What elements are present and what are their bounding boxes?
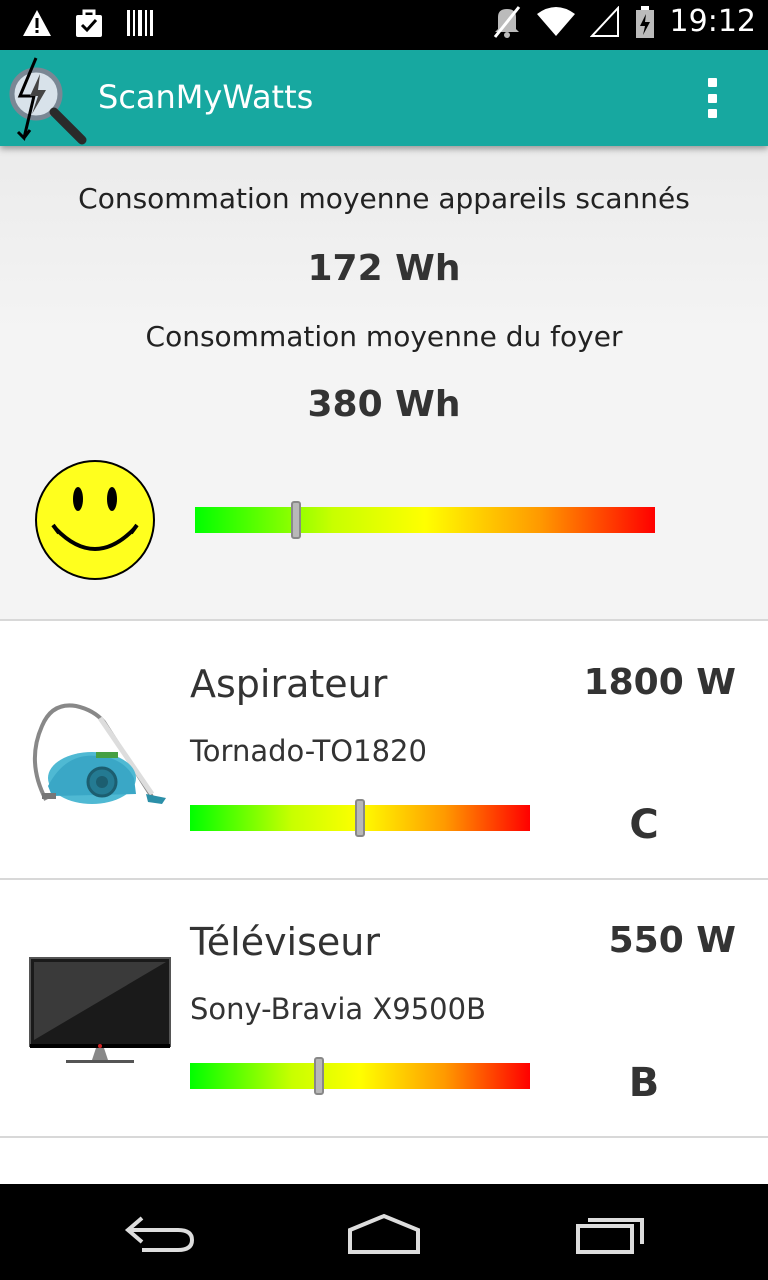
main-content[interactable]: Consommation moyenne appareils scannés 1… bbox=[0, 146, 768, 1184]
appliance-power: 1800 W bbox=[583, 662, 736, 703]
bag-icon bbox=[76, 9, 102, 37]
signal-icon bbox=[589, 5, 619, 37]
status-bar: 19:12 bbox=[0, 0, 768, 50]
home-consumption-gauge bbox=[195, 501, 655, 539]
list-item-appliance[interactable]: Aspirateur 1800 W Tornado-TO1820 C bbox=[0, 622, 768, 880]
home-consumption-value: 380 Wh bbox=[307, 384, 461, 425]
energy-grade: C bbox=[629, 802, 659, 848]
consumption-summary: Consommation moyenne appareils scannés 1… bbox=[0, 146, 768, 621]
app-title: ScanMyWatts bbox=[98, 78, 314, 116]
list-item-appliance[interactable]: Téléviseur 550 W Sony-Bravia X9500B B bbox=[0, 880, 768, 1138]
appliance-gauge bbox=[190, 799, 530, 837]
home-icon[interactable] bbox=[334, 1206, 434, 1258]
appliance-name: Téléviseur bbox=[190, 920, 380, 964]
barcode-icon bbox=[127, 10, 153, 36]
television-icon bbox=[29, 957, 171, 1063]
scanned-consumption-label: Consommation moyenne appareils scannés bbox=[78, 182, 690, 215]
mute-icon bbox=[493, 5, 520, 38]
gauge-thumb bbox=[291, 501, 302, 539]
appliance-name: Aspirateur bbox=[190, 662, 388, 706]
system-icons: 19:12 bbox=[492, 4, 756, 39]
gauge-thumb bbox=[355, 799, 365, 837]
scanned-consumption-value: 172 Wh bbox=[307, 248, 461, 289]
appliance-power: 550 W bbox=[608, 920, 736, 961]
appliance-gauge bbox=[190, 1057, 530, 1095]
notification-icons bbox=[22, 8, 154, 38]
warning-icon bbox=[23, 10, 51, 36]
home-consumption-label: Consommation moyenne du foyer bbox=[145, 320, 623, 353]
wifi-icon bbox=[536, 6, 575, 36]
battery-icon bbox=[635, 5, 654, 38]
app-logo-icon[interactable] bbox=[6, 52, 90, 146]
app-bar: ScanMyWatts bbox=[0, 50, 768, 146]
energy-grade: B bbox=[628, 1060, 660, 1106]
navigation-bar bbox=[0, 1184, 768, 1280]
recents-icon[interactable] bbox=[558, 1206, 658, 1258]
appliance-model: Tornado-TO1820 bbox=[190, 734, 427, 768]
back-icon[interactable] bbox=[112, 1206, 212, 1258]
clock: 19:12 bbox=[669, 4, 756, 39]
smiley-icon bbox=[35, 460, 155, 580]
overflow-menu-icon[interactable] bbox=[700, 78, 724, 118]
gauge-thumb bbox=[314, 1057, 325, 1095]
appliance-model: Sony-Bravia X9500B bbox=[190, 992, 486, 1026]
vacuum-cleaner-icon bbox=[32, 703, 166, 804]
